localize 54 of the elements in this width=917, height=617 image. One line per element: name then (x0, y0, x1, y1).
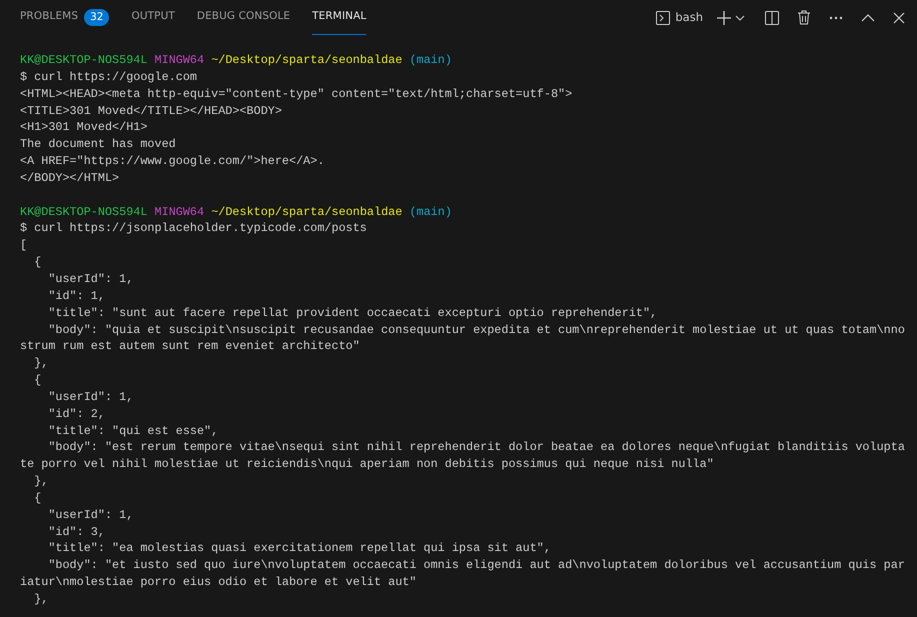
terminal-line: "title": "ea molestias quasi exercitationem repellat qui ipsa sit aut", (47, 540, 551, 558)
terminal-line: iatur\nmolestiae porro eius odio et labore et velit aut" (20, 574, 416, 591)
terminal-line: "id": 3, (47, 524, 105, 540)
profile-label: bash (675, 8, 703, 26)
chevron-down-icon (735, 12, 745, 22)
terminal-line: <A HREF="https://www.google.com/">here</A>. (20, 153, 324, 170)
terminal-line: }, (33, 355, 48, 372)
prompt-branch: (main) (409, 53, 452, 67)
trash-icon[interactable] (797, 10, 811, 25)
panel-tab[interactable]: PROBLEMS (20, 0, 78, 35)
terminal-line: { (33, 372, 42, 389)
prompt-path: ~/Desktop/sparta/seonbaldae (211, 204, 402, 219)
new-terminal-button[interactable] (715, 8, 747, 26)
panel-tab[interactable]: TERMINAL (312, 0, 366, 35)
panel-tab[interactable]: DEBUG CONSOLE (196, 0, 290, 35)
terminal-line: "body": "et iusto sed quo iure\nvoluptatem occaecati omnis eligendi aut ad\nvoluptatem doloribus vel accusantium quis par (47, 557, 905, 574)
count-badge: 32 (84, 8, 110, 26)
prompt-branch: (main) (409, 204, 452, 219)
split-icon[interactable] (765, 10, 779, 24)
terminal-line: "title": "qui est esse", (47, 422, 218, 440)
close-icon[interactable] (893, 12, 905, 24)
terminal-profile-button[interactable]: bash (653, 6, 705, 28)
prompt-user-host: KK@DESKTOP-NOS594L (20, 204, 148, 219)
terminal-line: "userId": 1, (47, 506, 134, 524)
terminal-line: "title": "sunt aut facere repellat provident occaecati excepturi optio reprehenderit", (47, 304, 658, 322)
plus-icon (717, 10, 731, 24)
terminal-line: "id": 2, (47, 406, 105, 423)
panel-tab[interactable]: OUTPUT (131, 0, 175, 35)
terminal-line: <HTML><HEAD><meta http-equiv="content-type" content="text/html;charset=utf-8"> (20, 86, 572, 103)
terminal-line: }, (33, 473, 48, 490)
terminal-line: $ curl https://google.com (20, 68, 197, 86)
terminal-icon (655, 10, 672, 26)
terminal-line: { (33, 254, 42, 271)
terminal-line: te porro vel nihil molestiae ut reiciendis\nqui aperiam non debitis possimus qui neque nisi nulla" (20, 456, 714, 474)
terminal-line: }, (33, 591, 48, 608)
terminal-line: <TITLE>301 Moved</TITLE></HEAD><BODY> (20, 102, 282, 120)
terminal-line: { (33, 490, 42, 507)
prompt-system: MINGW64 (154, 53, 204, 67)
terminal-line: "id": 1, (47, 288, 105, 305)
terminal-line: strum rum est autem sunt rem eveniet architecto" (20, 338, 360, 356)
more-icon[interactable] (829, 16, 843, 20)
prompt-system: MINGW64 (154, 204, 204, 219)
terminal-line: The document has moved (20, 136, 176, 154)
terminal-line: </BODY></HTML> (20, 170, 120, 187)
terminal-line: [ (20, 237, 28, 254)
prompt-user-host: KK@DESKTOP-NOS594L (20, 53, 148, 67)
terminal-line: <H1>301 Moved</H1> (20, 119, 148, 136)
terminal-line: "userId": 1, (47, 388, 134, 406)
terminal-line: "body": "est rerum tempore vitae\nsequi sint nihil reprehenderit dolor beatae ea dolores neque\nfugiat blanditiis volupta (47, 439, 905, 456)
prompt-path: ~/Desktop/sparta/seonbaldae (211, 53, 402, 67)
terminal-line: "userId": 1, (47, 270, 134, 288)
terminal-line: $ curl https://jsonplaceholder.typicode.com/posts (20, 220, 367, 238)
chevron-up-icon[interactable] (861, 14, 875, 22)
terminal-line: "body": "quia et suscipit\nsuscipit recusandae consequuntur expedita et cum\nreprehenderit molestiae ut ut quas totam\nno (47, 322, 905, 338)
